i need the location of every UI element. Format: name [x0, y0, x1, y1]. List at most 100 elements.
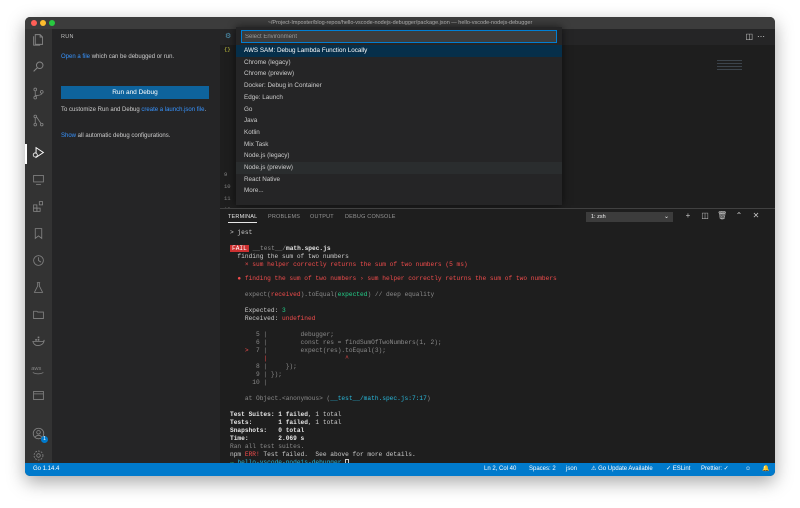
settings-icon[interactable] — [31, 449, 46, 464]
show-configurations-link[interactable]: Show — [61, 133, 76, 139]
terminal-line: Tests: 1 failed, 1 total — [230, 419, 342, 426]
terminal-line: Expected: 3 — [230, 307, 286, 314]
new-terminal-icon[interactable]: + — [683, 211, 693, 220]
bottom-panel: TERMINAL PROBLEMS OUTPUT DEBUG CONSOLE 1… — [220, 208, 775, 466]
timeline-icon[interactable] — [31, 254, 46, 269]
active-view-indicator — [25, 144, 27, 164]
language-mode-status[interactable]: json — [566, 463, 577, 476]
source-control-icon[interactable] — [31, 87, 46, 102]
terminal-line: 5 | debugger; — [230, 331, 334, 338]
files-icon[interactable] — [31, 33, 46, 48]
minimize-window-button[interactable] — [40, 20, 46, 26]
quick-pick-item[interactable]: More... — [236, 185, 562, 197]
environment-search-input[interactable] — [241, 30, 557, 43]
extensions-icon[interactable] — [31, 200, 46, 215]
tab-problems[interactable]: PROBLEMS — [268, 214, 300, 220]
select-environment-quick-pick: AWS SAM: Debug Lambda Function Locally C… — [236, 27, 562, 205]
chevron-down-icon: ⌄ — [663, 214, 669, 220]
terminal-line: ● finding the sum of two numbers › sum h… — [230, 275, 557, 282]
bookmarks-icon[interactable] — [31, 227, 46, 242]
go-version-status[interactable]: Go 1.14.4 — [33, 463, 59, 476]
terminal-line: > jest — [230, 229, 253, 236]
eslint-status[interactable]: ✓ ESLint — [666, 463, 690, 476]
split-editor-icon[interactable]: ◫ — [745, 32, 757, 41]
close-panel-icon[interactable]: ✕ — [751, 211, 761, 220]
cursor-position-status[interactable]: Ln 2, Col 40 — [484, 463, 516, 476]
quick-pick-item[interactable]: Chrome (preview) — [236, 68, 562, 80]
run-and-debug-button[interactable]: Run and Debug — [61, 86, 209, 99]
quick-pick-item[interactable]: Docker: Debug in Container — [236, 80, 562, 92]
tab-debug-console[interactable]: DEBUG CONSOLE — [345, 214, 396, 220]
quick-pick-item[interactable]: Mix Task — [236, 139, 562, 151]
remote-explorer-icon[interactable] — [31, 173, 46, 188]
quick-pick-item[interactable]: Node.js (preview) — [236, 162, 562, 174]
terminal-line: > 7 | expect(res).toEqual(3); — [230, 347, 386, 354]
fail-badge: FAIL — [230, 245, 249, 252]
cloud-icon[interactable] — [31, 389, 46, 404]
terminal-line: npm ERR! Test failed. See above for more… — [230, 451, 416, 458]
line-number: 10 — [224, 183, 231, 190]
chevron-up-icon[interactable]: ⌃ — [734, 211, 744, 220]
search-icon[interactable] — [31, 60, 46, 75]
run-sidebar: RUN Open a file which can be debugged or… — [52, 29, 220, 463]
go-update-status[interactable]: ⚠ Go Update Available — [591, 463, 653, 476]
aws-icon[interactable]: aws — [31, 362, 46, 377]
terminal-line: 6 | const res = findSumOfTwoNumbers(1, 2… — [230, 339, 442, 346]
terminal-line: | ^ — [230, 355, 349, 362]
terminal-line: 10 | — [230, 379, 268, 386]
folders-icon[interactable] — [31, 308, 46, 323]
window-title: ~/Project-Imposter/blog-repos/hello-vsco… — [267, 20, 533, 26]
terminal-line: expect(received).toEqual(expected) // de… — [230, 291, 435, 298]
svg-text:aws: aws — [31, 366, 41, 372]
account-icon[interactable]: 1 — [31, 427, 48, 443]
activity-bar: aws 1 — [25, 29, 52, 463]
json-file-icon[interactable]: ⚙ — [225, 32, 231, 40]
indentation-status[interactable]: Spaces: 2 — [529, 463, 556, 476]
show-configurations-message: Show all automatic debug configurations. — [61, 133, 171, 139]
sidebar-title: RUN — [61, 34, 74, 40]
terminal-select[interactable]: 1: zsh ⌄ — [586, 212, 673, 222]
line-number: 9 — [224, 171, 228, 178]
check-icon: ✓ — [666, 466, 672, 472]
quick-pick-item[interactable]: Go — [236, 104, 562, 116]
terminal-line: finding the sum of two numbers — [230, 253, 349, 260]
trash-icon[interactable]: 🗑 — [717, 211, 727, 220]
terminal-line: 8 | }); — [230, 363, 297, 370]
open-file-link[interactable]: Open a file — [61, 54, 90, 60]
open-file-message: Open a file which can be debugged or run… — [61, 54, 175, 60]
quick-pick-item[interactable]: Node.js (legacy) — [236, 150, 562, 162]
account-badge: 1 — [41, 436, 48, 443]
create-launch-json-link[interactable]: create a launch.json file — [141, 107, 204, 113]
minimap[interactable] — [717, 60, 742, 72]
editor-actions: ◫⋯ — [745, 32, 769, 41]
line-number: 11 — [224, 195, 231, 202]
quick-pick-item[interactable]: Kotlin — [236, 127, 562, 139]
quick-pick-item[interactable]: Edge: Launch — [236, 92, 562, 104]
terminal-line: at Object.<anonymous> (__test__/math.spe… — [230, 395, 431, 402]
terminal-line: FAIL __test__/math.spec.js — [230, 245, 331, 252]
test-icon[interactable] — [31, 281, 46, 296]
more-actions-icon[interactable]: ⋯ — [757, 32, 769, 41]
docker-icon[interactable] — [31, 335, 46, 350]
terminal-line: Time: 2.069 s — [230, 435, 305, 442]
run-debug-icon[interactable] — [31, 146, 46, 161]
warning-icon: ⚠ — [591, 466, 597, 472]
vscode-window: ~/Project-Imposter/blog-repos/hello-vsco… — [25, 17, 775, 476]
notifications-icon[interactable]: 🔔 — [762, 463, 769, 476]
quick-pick-item[interactable]: AWS SAM: Debug Lambda Function Locally — [236, 45, 562, 57]
json-braces-icon: {} — [224, 46, 231, 53]
quick-pick-item[interactable]: Java — [236, 115, 562, 127]
tab-output[interactable]: OUTPUT — [310, 214, 334, 220]
tab-terminal[interactable]: TERMINAL — [228, 214, 258, 223]
split-terminal-icon[interactable]: ◫ — [700, 211, 710, 220]
feedback-icon[interactable]: ☺ — [745, 463, 751, 476]
terminal-line: 9 | }); — [230, 371, 282, 378]
quick-pick-item[interactable]: React Native — [236, 174, 562, 186]
quick-pick-item[interactable]: Chrome (legacy) — [236, 57, 562, 69]
prettier-status[interactable]: Prettier: ✓ — [701, 463, 729, 476]
maximize-window-button[interactable] — [49, 20, 55, 26]
terminal-line: × sum helper correctly returns the sum o… — [230, 261, 468, 268]
close-window-button[interactable] — [31, 20, 37, 26]
git-graph-icon[interactable] — [31, 114, 46, 129]
status-bar: Go 1.14.4 Ln 2, Col 40 Spaces: 2 json ⚠ … — [25, 463, 775, 476]
